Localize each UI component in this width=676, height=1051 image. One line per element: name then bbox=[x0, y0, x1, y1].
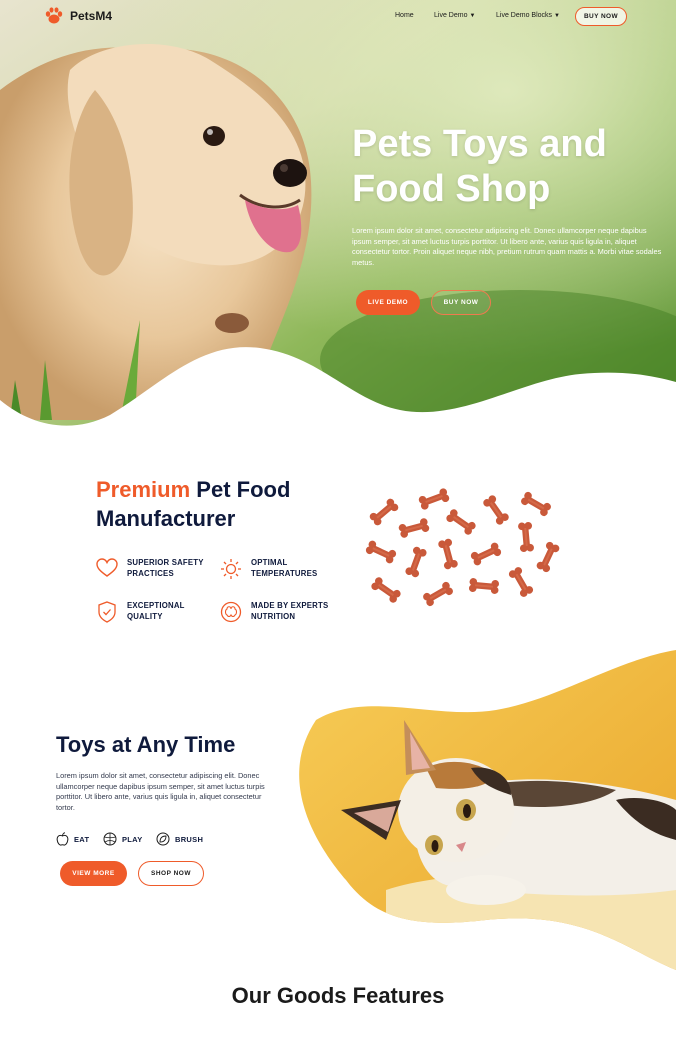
brand-name: PetsM4 bbox=[70, 9, 113, 23]
nav-home-link[interactable]: Home bbox=[395, 12, 414, 19]
feature-temperature: OPTIMAL TEMPERATURES bbox=[220, 558, 346, 580]
cat-image bbox=[299, 650, 676, 970]
nav-buy-now-button[interactable]: BUY NOW bbox=[575, 7, 627, 26]
caret-down-icon: ▼ bbox=[469, 12, 476, 19]
feature-label: MADE BY EXPERTS NUTRITION bbox=[251, 601, 329, 621]
feature-safety: SUPERIOR SAFETY PRACTICES bbox=[96, 558, 222, 579]
nav-live-demo-blocks-label: Live Demo Blocks bbox=[496, 12, 553, 19]
toys-title: Toys at Any Time bbox=[56, 732, 236, 757]
nav-home-label: Home bbox=[395, 12, 414, 19]
feature-label: OPTIMAL TEMPERATURES bbox=[251, 558, 318, 578]
feature-nutrition: MADE BY EXPERTS NUTRITION bbox=[220, 601, 346, 623]
tag-play: PLAY bbox=[103, 832, 143, 846]
paw-icon bbox=[45, 7, 63, 24]
hero-section: PetsM4 Home Live Demo ▼ Live Demo Blocks ▼… bbox=[0, 0, 676, 455]
goods-title: Our Goods Features bbox=[231, 983, 445, 1008]
heart-icon bbox=[96, 558, 118, 577]
premium-title-accent: Premium bbox=[96, 477, 191, 502]
hero-title: Pets Toys and Food Shop bbox=[352, 123, 607, 210]
dog-bone-treats-image bbox=[364, 487, 561, 608]
tag-brush: BRUSH bbox=[156, 832, 203, 846]
hero-buy-now-button[interactable]: BUY NOW bbox=[431, 290, 491, 315]
tag-eat: EAT bbox=[56, 832, 89, 846]
live-demo-button[interactable]: LIVE DEMO bbox=[356, 290, 420, 315]
premium-title: Premium Pet Food Manufacturer bbox=[96, 475, 356, 533]
tag-label: BRUSH bbox=[175, 834, 204, 844]
shield-check-icon bbox=[98, 601, 116, 623]
nav-live-demo-dropdown[interactable]: Live Demo ▼ bbox=[434, 12, 475, 19]
feature-label: SUPERIOR SAFETY PRACTICES bbox=[127, 558, 204, 578]
page: PetsM4 Home Live Demo ▼ Live Demo Blocks ▼… bbox=[0, 0, 676, 1051]
brand-logo[interactable]: PetsM4 bbox=[44, 7, 112, 25]
feature-quality: EXCEPTIONAL QUALITY bbox=[96, 601, 222, 623]
navbar: PetsM4 Home Live Demo ▼ Live Demo Blocks ▼… bbox=[0, 0, 676, 34]
nav-live-demo-label: Live Demo bbox=[434, 12, 468, 19]
toys-description: Lorem ipsum dolor sit amet, consectetur … bbox=[56, 771, 265, 813]
tag-label: PLAY bbox=[122, 834, 143, 844]
brush-icon bbox=[156, 832, 170, 846]
feature-label: EXCEPTIONAL QUALITY bbox=[127, 601, 185, 621]
view-more-button[interactable]: VIEW MORE bbox=[60, 861, 127, 886]
sun-icon bbox=[221, 559, 241, 579]
brain-icon bbox=[220, 601, 242, 623]
apple-icon bbox=[56, 832, 69, 846]
hero-wave bbox=[0, 347, 676, 455]
shop-now-button[interactable]: SHOP NOW bbox=[138, 861, 204, 886]
caret-down-icon: ▼ bbox=[554, 12, 560, 19]
hero-description: Lorem ipsum dolor sit amet, consectetur … bbox=[352, 226, 662, 267]
ball-icon bbox=[103, 832, 117, 846]
tag-label: EAT bbox=[74, 834, 90, 844]
nav-live-demo-blocks-dropdown[interactable]: Live Demo Blocks ▼ bbox=[496, 12, 560, 19]
